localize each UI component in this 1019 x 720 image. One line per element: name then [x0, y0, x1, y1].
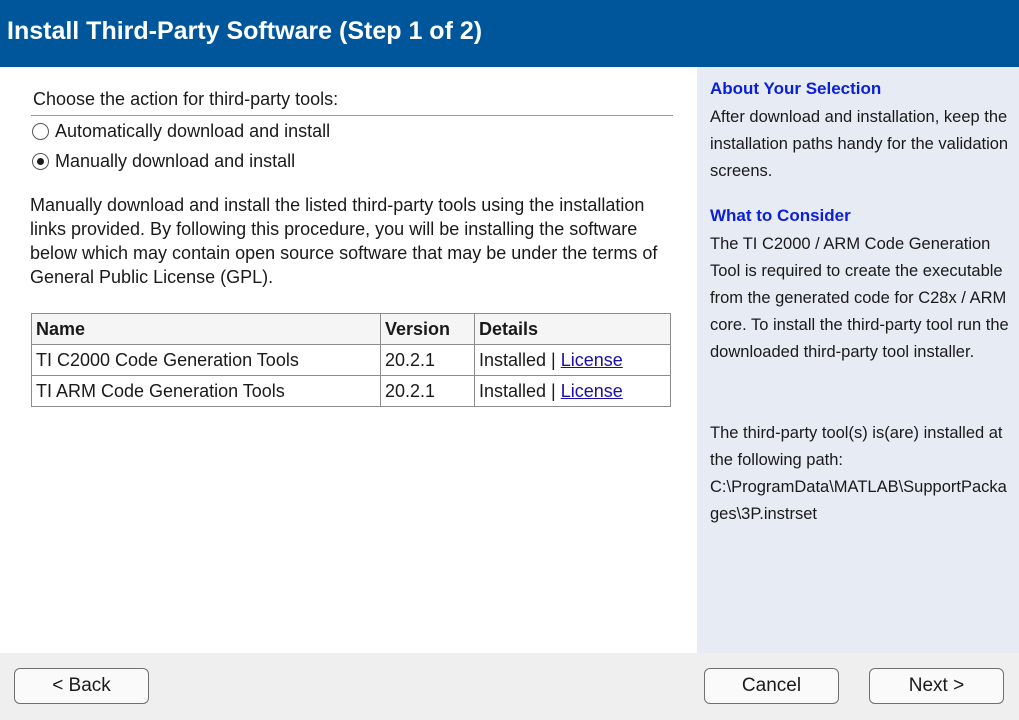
install-status: Installed	[479, 349, 547, 370]
about-selection-heading: About Your Selection	[710, 79, 882, 98]
tool-version-cell: 20.2.1	[380, 344, 475, 376]
tool-version-cell: 20.2.1	[380, 375, 475, 407]
action-choice-label: Choose the action for third-party tools:	[33, 89, 339, 109]
next-button[interactable]: Next >	[869, 668, 1004, 704]
details-separator: |	[546, 349, 561, 370]
radio-manual-download-label: Manually download and install	[55, 150, 296, 171]
page-title: Install Third-Party Software (Step 1 of …	[7, 17, 483, 45]
back-button[interactable]: < Back	[14, 668, 149, 704]
button-bar: < Back Cancel Next >	[0, 653, 1019, 720]
table-row: TI ARM Code Generation Tools 20.2.1 Inst…	[31, 375, 671, 407]
tool-name-cell: TI ARM Code Generation Tools	[31, 375, 381, 407]
column-header-details: Details	[474, 313, 671, 345]
section-divider	[31, 115, 673, 116]
install-path-info: The third-party tool(s) is(are) installe…	[710, 420, 1012, 528]
details-separator: |	[546, 380, 561, 401]
tool-details-cell: Installed | License	[474, 375, 671, 407]
column-header-name: Name	[31, 313, 381, 345]
column-header-version: Version	[380, 313, 475, 345]
table-row: TI C2000 Code Generation Tools 20.2.1 In…	[31, 344, 671, 376]
install-path-intro: The third-party tool(s) is(are) installe…	[710, 424, 1003, 469]
title-bar: Install Third-Party Software (Step 1 of …	[0, 0, 1019, 67]
tool-details-cell: Installed | License	[474, 344, 671, 376]
radio-auto-download[interactable]: Automatically download and install	[32, 119, 330, 143]
what-to-consider-heading: What to Consider	[710, 206, 851, 225]
cancel-button[interactable]: Cancel	[704, 668, 839, 704]
help-sidebar: About Your Selection After download and …	[697, 67, 1019, 653]
license-link[interactable]: License	[561, 350, 623, 370]
what-to-consider-text: The TI C2000 / ARM Code Generation Tool …	[710, 235, 1009, 361]
radio-button-selected-icon[interactable]	[32, 152, 49, 170]
about-selection-text: After download and installation, keep th…	[710, 108, 1009, 180]
install-status: Installed	[479, 380, 547, 401]
radio-button-icon[interactable]	[32, 122, 49, 140]
license-link[interactable]: License	[561, 381, 623, 401]
table-header-row: Name Version Details	[31, 313, 671, 345]
main-panel: Choose the action for third-party tools:…	[0, 67, 697, 653]
tool-name-cell: TI C2000 Code Generation Tools	[31, 344, 381, 376]
radio-manual-download[interactable]: Manually download and install	[32, 149, 295, 173]
radio-auto-download-label: Automatically download and install	[55, 120, 331, 141]
instructions-text: Manually download and install the listed…	[30, 195, 658, 287]
install-path: C:\ProgramData\MATLAB\SupportPackages\3P…	[710, 478, 1007, 523]
radio-dot-icon	[37, 157, 44, 165]
third-party-tools-table: Name Version Details TI C2000 Code Gener…	[31, 313, 671, 407]
